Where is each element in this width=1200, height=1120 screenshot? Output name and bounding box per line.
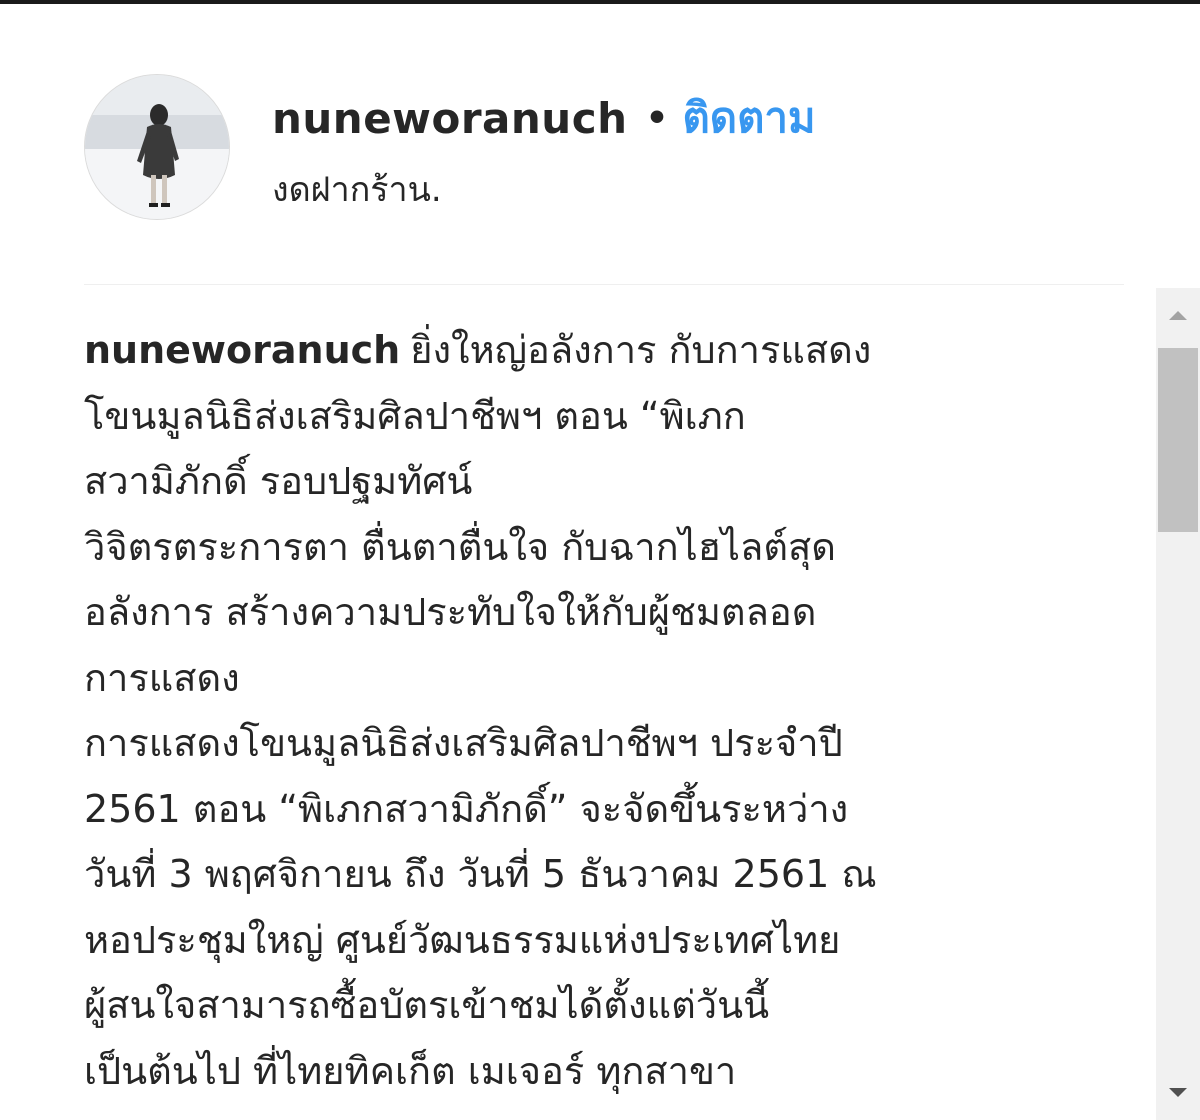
scroll-up-arrow-icon bbox=[1169, 311, 1187, 320]
separator-dot: • bbox=[645, 97, 669, 139]
caption-line: อลังการ สร้างความประทับใจให้กับผู้ชมตลอด bbox=[84, 590, 817, 634]
scrollbar-thumb[interactable] bbox=[1158, 348, 1198, 532]
scroll-down-arrow-icon bbox=[1169, 1088, 1187, 1097]
avatar[interactable] bbox=[84, 74, 230, 220]
avatar-photo bbox=[85, 75, 229, 219]
comments-area: nuneworanuch ยิ่งใหญ่อลังการ กับการแสดง โ… bbox=[84, 318, 1144, 1118]
caption-line: วันที่ 3 พฤศจิกายน ถึง วันที่ 5 ธันวาคม … bbox=[84, 852, 877, 896]
follow-button[interactable]: ติดตาม bbox=[683, 85, 816, 151]
post-header-title: nuneworanuch • ติดตาม bbox=[272, 90, 816, 146]
header-divider bbox=[84, 284, 1124, 285]
caption-line: สวามิภักดิ์ รอบปฐมทัศน์ bbox=[84, 459, 473, 503]
caption-text: ยิ่งใหญ่อลังการ กับการแสดง bbox=[410, 328, 872, 372]
caption-line: การแสดงโขนมูลนิธิส่งเสริมศิลปาชีพฯ ประจำ… bbox=[84, 721, 843, 765]
caption-line: nuneworanuch ยิ่งใหญ่อลังการ กับการแสดง bbox=[84, 318, 1144, 384]
post-header: nuneworanuch • ติดตาม งดฝากร้าน. bbox=[0, 4, 1200, 284]
vertical-scrollbar[interactable] bbox=[1156, 288, 1200, 1120]
username-link[interactable]: nuneworanuch bbox=[272, 94, 628, 143]
caption-line: ผู้สนใจสามารถซื้อบัตรเข้าชมได้ตั้งแต่วัน… bbox=[84, 983, 770, 1027]
post-caption: nuneworanuch ยิ่งใหญ่อลังการ กับการแสดง โ… bbox=[84, 318, 1144, 1104]
scroll-down-button[interactable] bbox=[1156, 1066, 1200, 1120]
caption-username-link[interactable]: nuneworanuch bbox=[84, 328, 400, 372]
scroll-up-button[interactable] bbox=[1156, 288, 1200, 342]
caption-line: โขนมูลนิธิส่งเสริมศิลปาชีพฯ ตอน “พิเภก bbox=[84, 393, 746, 438]
caption-line: หอประชุมใหญ่ ศูนย์วัฒนธรรมแห่งประเทศไทย bbox=[84, 917, 841, 962]
caption-line: เป็นต้นไป ที่ไทยทิคเก็ต เมเจอร์ ทุกสาขา bbox=[84, 1048, 737, 1093]
caption-line: วิจิตรตระการตา ตื่นตาตื่นใจ กับฉากไฮไลต์… bbox=[84, 524, 836, 569]
caption-line: การแสดง bbox=[84, 655, 240, 700]
caption-line: 2561 ตอน “พิเภกสวามิภักดิ์” จะจัดขึ้นระห… bbox=[84, 786, 849, 831]
location-link[interactable]: งดฝากร้าน. bbox=[272, 162, 442, 216]
